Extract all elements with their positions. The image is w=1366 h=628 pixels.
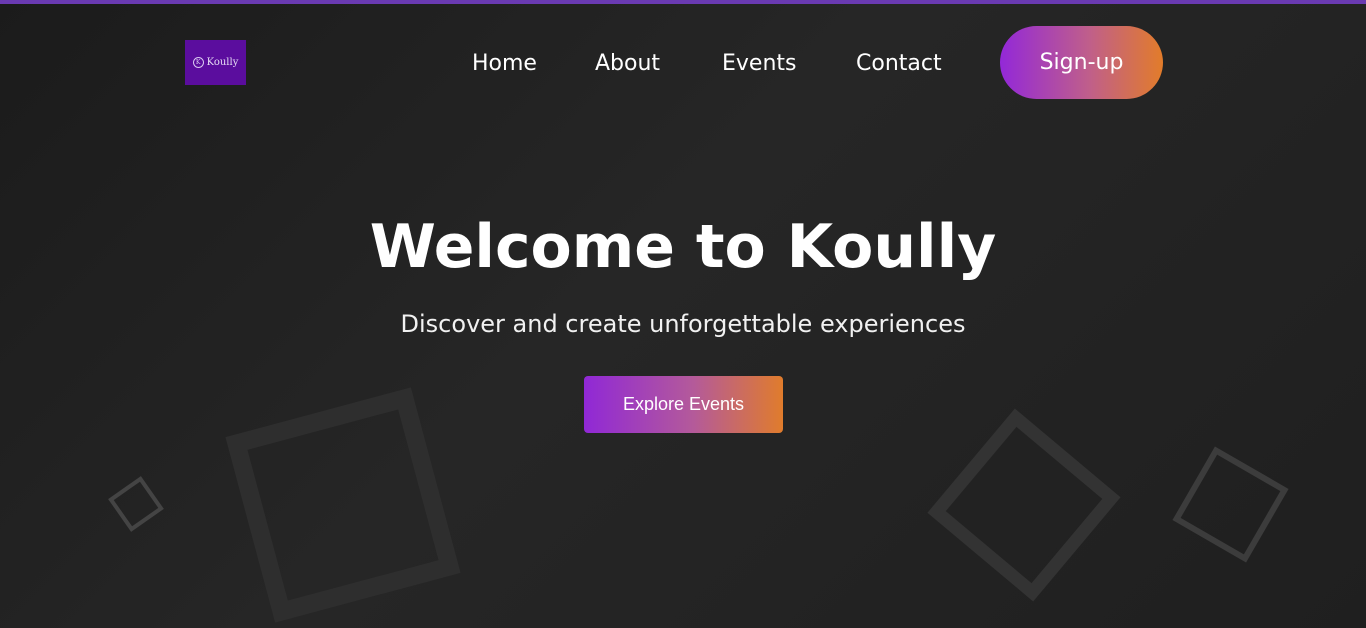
decorative-square-right [1172, 446, 1289, 563]
decorative-square-small [108, 476, 164, 532]
decorative-square-medium [927, 408, 1121, 602]
signup-button[interactable]: Sign-up [1000, 26, 1163, 99]
logo-text: Koully [206, 57, 239, 68]
nav-link-home[interactable]: Home [472, 48, 537, 80]
top-accent-bar [0, 0, 1366, 4]
nav-link-contact[interactable]: Contact [856, 48, 942, 80]
decorative-square-large [225, 387, 461, 623]
nav-link-events[interactable]: Events [722, 48, 797, 80]
nav-link-about[interactable]: About [595, 48, 660, 80]
hero-title: Welcome to Koully [369, 212, 997, 282]
explore-events-button[interactable]: Explore Events [584, 376, 783, 433]
hero-subtitle: Discover and create unforgettable experi… [400, 310, 966, 338]
brand-logo[interactable]: K Koully [185, 40, 246, 85]
logo-mark-icon: K [192, 57, 204, 68]
